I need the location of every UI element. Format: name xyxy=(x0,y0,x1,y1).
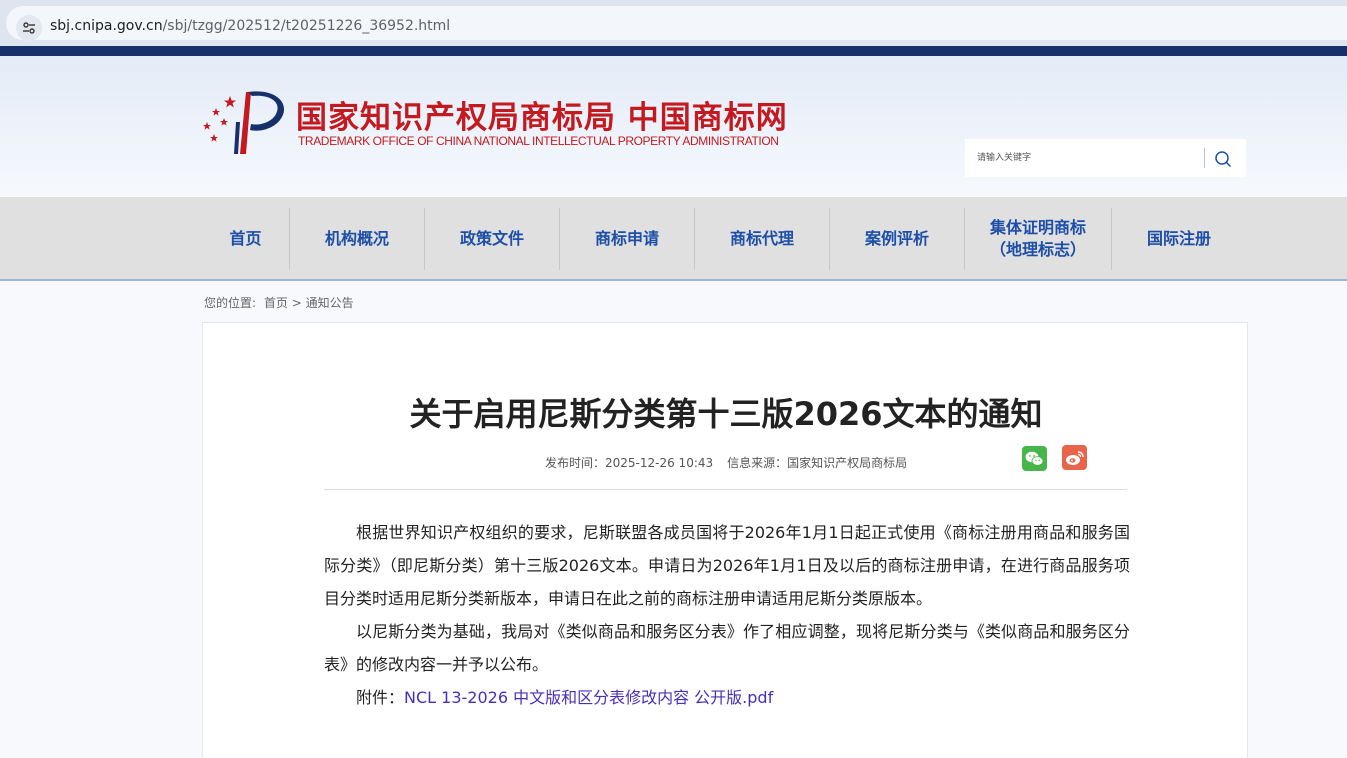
publish-time: 发布时间：2025-12-26 10:43 xyxy=(545,456,714,470)
article-paragraph: 根据世界知识产权组织的要求，尼斯联盟各成员国将于2026年1月1日起正式使用《商… xyxy=(324,523,1130,608)
share-weibo-button[interactable] xyxy=(1062,445,1087,470)
url-field[interactable]: sbj.cnipa.gov.cn/sbj/tzgg/202512/t202512… xyxy=(6,6,1347,41)
logo-title-en: TRADEMARK OFFICE OF CHINA NATIONAL INTEL… xyxy=(298,134,779,148)
weibo-icon xyxy=(1066,450,1084,465)
breadcrumb-home-link[interactable]: 首页 > xyxy=(264,296,302,310)
article-paragraph: 以尼斯分类为基础，我局对《类似商品和服务区分表》作了相应调整，现将尼斯分类与《类… xyxy=(324,622,1130,674)
nav-item-application[interactable]: 商标申请 xyxy=(560,208,694,270)
url-text: sbj.cnipa.gov.cn/sbj/tzgg/202512/t202512… xyxy=(50,18,450,34)
article-card: 关于启用尼斯分类第十三版2026文本的通知 发布时间：2025-12-26 10… xyxy=(202,322,1248,758)
title-divider xyxy=(324,489,1127,490)
search-icon xyxy=(1215,151,1232,168)
site-info-icon[interactable] xyxy=(16,15,42,41)
site-header: 国家知识产权局商标局 中国商标网 TRADEMARK OFFICE OF CHI… xyxy=(0,56,1347,197)
cnipa-emblem-icon xyxy=(203,91,285,154)
info-source: 信息来源：国家知识产权局商标局 xyxy=(727,456,908,470)
article-meta: 发布时间：2025-12-26 10:43 信息来源：国家知识产权局商标局 xyxy=(545,454,907,471)
search-button[interactable] xyxy=(1212,148,1234,170)
article-title: 关于启用尼斯分类第十三版2026文本的通知 xyxy=(409,395,1043,433)
attachment-label: 附件： xyxy=(356,688,405,707)
attachment-line: 附件：NCL 13-2026 中文版和区分表修改内容 公开版.pdf xyxy=(324,681,1130,714)
nav-item-about[interactable]: 机构概况 xyxy=(290,208,424,270)
breadcrumb-prefix: 您的位置: xyxy=(204,296,257,310)
nav-item-international[interactable]: 国际注册 xyxy=(1112,208,1246,270)
attachment-link[interactable]: NCL 13-2026 中文版和区分表修改内容 公开版.pdf xyxy=(404,688,773,707)
article-body: 根据世界知识产权组织的要求，尼斯联盟各成员国将于2026年1月1日起正式使用《商… xyxy=(324,516,1130,714)
share-wechat-button[interactable] xyxy=(1022,446,1047,471)
nav-item-policy[interactable]: 政策文件 xyxy=(425,208,559,270)
search-divider xyxy=(1204,148,1205,168)
main-nav: 首页 机构概况 政策文件 商标申请 商标代理 案例评析 集体证明商标 （地理标志… xyxy=(0,197,1347,281)
nav-item-home[interactable]: 首页 xyxy=(202,208,289,270)
breadcrumb-current-link[interactable]: 通知公告 xyxy=(306,296,354,310)
url-domain: sbj.cnipa.gov.cn xyxy=(50,18,163,34)
breadcrumb: 您的位置: 首页 > 通知公告 xyxy=(204,294,354,311)
search-input[interactable] xyxy=(965,139,1203,177)
url-path: /sbj/tzgg/202512/t20251226_36952.html xyxy=(162,18,451,34)
site-logo[interactable]: 国家知识产权局商标局 中国商标网 TRADEMARK OFFICE OF CHI… xyxy=(200,86,820,156)
top-navy-band xyxy=(0,46,1347,56)
nav-item-geo-marks[interactable]: 集体证明商标 （地理标志） xyxy=(965,208,1111,270)
browser-address-bar: sbj.cnipa.gov.cn/sbj/tzgg/202512/t202512… xyxy=(0,0,1347,46)
nav-item-agency[interactable]: 商标代理 xyxy=(695,208,829,270)
logo-title-cn: 国家知识产权局商标局 中国商标网 xyxy=(296,100,788,136)
search-box xyxy=(965,139,1246,177)
nav-item-cases[interactable]: 案例评析 xyxy=(830,208,964,270)
wechat-icon xyxy=(1025,451,1044,466)
